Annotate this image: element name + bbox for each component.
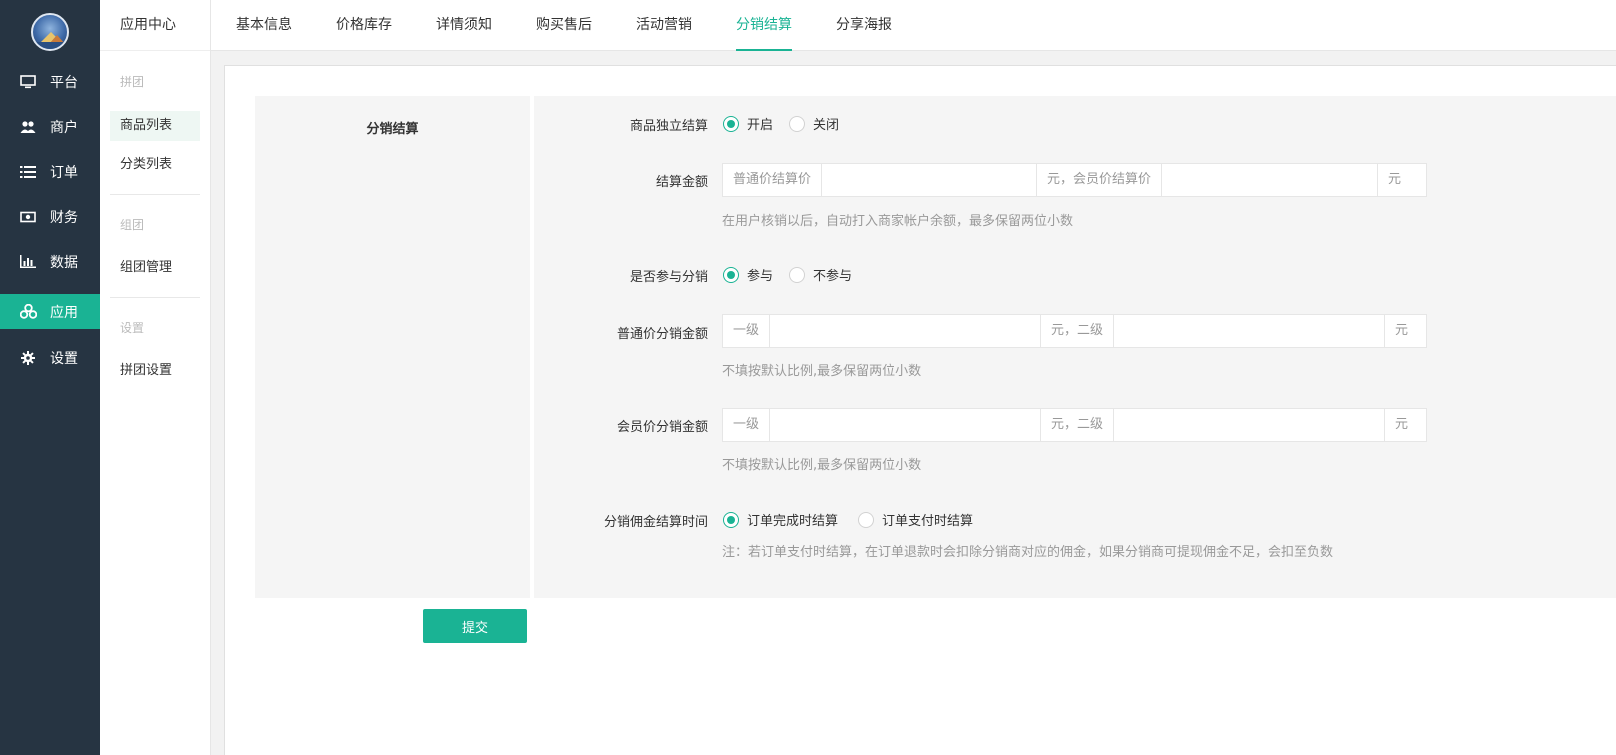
- tab-share-poster[interactable]: 分享海报: [836, 0, 892, 51]
- app: 平台 商户 订单 财务 数据 应用 设置 应用中心 拼团 商品列表 分类列表 组…: [0, 0, 1616, 755]
- level-two-addon: 元，二级: [1040, 409, 1115, 441]
- tab-marketing[interactable]: 活动营销: [636, 0, 692, 51]
- radio-label: 不参与: [813, 269, 853, 284]
- member-commission-hint: 不填按默认比例,最多保留两位小数: [722, 458, 922, 473]
- subnav-group-label: 设置: [120, 321, 145, 335]
- sidebar-item-merchant[interactable]: 商户: [0, 109, 100, 144]
- settle-on-pay-radio[interactable]: 订单支付时结算: [858, 510, 973, 529]
- normal-level-two-input[interactable]: [1114, 315, 1385, 347]
- sub-navigation: 应用中心 拼团 商品列表 分类列表 组团 组团管理 设置 拼团设置: [100, 0, 211, 755]
- settle-time-label: 分销佣金结算时间: [603, 515, 708, 530]
- list-icon: [19, 163, 37, 181]
- tab-after-sales[interactable]: 购买售后: [536, 0, 592, 51]
- sidebar-item-label: 财务: [50, 209, 78, 226]
- sidebar-item-label: 商户: [50, 119, 78, 136]
- independent-settlement-label: 商品独立结算: [629, 119, 708, 134]
- member-commission-group: 一级 元，二级 元: [722, 408, 1427, 442]
- level-two-addon: 元，二级: [1040, 315, 1115, 347]
- top-tab-bar: 基本信息 价格库存 详情须知 购买售后 活动营销 分销结算 分享海报: [211, 0, 1616, 51]
- subnav-item-product-list[interactable]: 商品列表: [110, 111, 200, 141]
- radio-unchecked-icon: [858, 511, 874, 528]
- subnav-item-group-settings[interactable]: 拼团设置: [110, 356, 200, 386]
- radio-label: 参与: [747, 269, 774, 284]
- settle-time-hint: 注：若订单支付时结算，在订单退款时会扣除分销商对应的佣金，如果分销商可提现佣金不…: [722, 545, 1334, 560]
- sidebar-item-data[interactable]: 数据: [0, 244, 100, 279]
- subnav-item-group-manage[interactable]: 组团管理: [110, 253, 200, 283]
- tab-price-stock[interactable]: 价格库存: [336, 0, 392, 51]
- subnav-group-label: 组团: [120, 218, 145, 232]
- sidebar-item-label: 订单: [50, 164, 78, 181]
- money-icon: [19, 208, 37, 226]
- radio-unchecked-icon: [789, 266, 805, 283]
- radio-checked-icon: [723, 115, 739, 132]
- join-no-radio[interactable]: 不参与: [789, 265, 852, 284]
- yuan-suffix: 元: [1384, 409, 1419, 441]
- join-distribution-label: 是否参与分销: [629, 270, 708, 285]
- radio-label: 订单完成时结算: [747, 514, 839, 529]
- member-level-one-input[interactable]: [770, 409, 1041, 441]
- users-icon: [19, 118, 37, 136]
- level-one-addon: 一级: [723, 409, 771, 441]
- member-level-two-input[interactable]: [1114, 409, 1385, 441]
- bar-chart-icon: [19, 253, 37, 271]
- main-sidebar: 平台 商户 订单 财务 数据 应用 设置: [0, 0, 100, 755]
- settlement-amount-label: 结算金额: [655, 175, 708, 190]
- member-commission-label: 会员价分销金额: [616, 420, 708, 435]
- level-one-addon: 一级: [723, 315, 771, 347]
- normal-commission-hint: 不填按默认比例,最多保留两位小数: [722, 364, 922, 379]
- subnav-title: 应用中心: [100, 0, 210, 51]
- sidebar-item-finance[interactable]: 财务: [0, 199, 100, 234]
- subnav-item-category-list[interactable]: 分类列表: [110, 150, 200, 180]
- radio-unchecked-icon: [789, 115, 805, 132]
- settlement-amount-group: 普通价结算价 元，会员价结算价 元: [722, 163, 1427, 197]
- subnav-divider: [110, 194, 200, 195]
- section-title: 分销结算: [366, 122, 419, 137]
- subnav-group-label: 拼团: [120, 75, 145, 89]
- submit-button[interactable]: 提交: [423, 609, 527, 643]
- tab-details[interactable]: 详情须知: [436, 0, 492, 51]
- normal-commission-group: 一级 元，二级 元: [722, 314, 1427, 348]
- sidebar-item-label: 设置: [50, 350, 78, 367]
- section-header-block: 分销结算: [255, 96, 530, 598]
- tab-distribution-settlement[interactable]: 分销结算: [736, 0, 792, 51]
- yuan-suffix: 元: [1377, 164, 1412, 196]
- gear-icon: [19, 349, 37, 367]
- independent-on-radio[interactable]: 开启: [723, 114, 773, 133]
- normal-price-addon: 普通价结算价: [723, 164, 823, 196]
- radio-checked-icon: [723, 266, 739, 283]
- settle-on-complete-radio[interactable]: 订单完成时结算: [723, 510, 838, 529]
- member-settlement-price-input[interactable]: [1162, 164, 1378, 196]
- sidebar-item-order[interactable]: 订单: [0, 154, 100, 189]
- sidebar-item-apps[interactable]: 应用: [0, 294, 100, 329]
- radio-label: 关闭: [813, 118, 840, 133]
- member-price-addon: 元，会员价结算价: [1036, 164, 1163, 196]
- yuan-suffix: 元: [1384, 315, 1419, 347]
- sidebar-item-label: 应用: [50, 304, 78, 321]
- apps-icon: [19, 303, 37, 321]
- monitor-icon: [19, 73, 37, 91]
- sidebar-item-settings[interactable]: 设置: [0, 340, 100, 375]
- sidebar-item-platform[interactable]: 平台: [0, 64, 100, 99]
- independent-off-radio[interactable]: 关闭: [789, 114, 839, 133]
- sidebar-item-label: 数据: [50, 254, 78, 271]
- normal-settlement-price-input[interactable]: [822, 164, 1037, 196]
- tab-basic-info[interactable]: 基本信息: [236, 0, 292, 51]
- radio-label: 订单支付时结算: [882, 514, 974, 529]
- radio-checked-icon: [723, 511, 739, 528]
- subnav-divider: [110, 297, 200, 298]
- app-logo[interactable]: [31, 13, 69, 51]
- join-yes-radio[interactable]: 参与: [723, 265, 773, 284]
- radio-label: 开启: [747, 118, 774, 133]
- normal-commission-label: 普通价分销金额: [616, 327, 708, 342]
- settlement-amount-hint: 在用户核销以后，自动打入商家帐户余额，最多保留两位小数: [722, 214, 1074, 229]
- normal-level-one-input[interactable]: [770, 315, 1041, 347]
- sidebar-item-label: 平台: [50, 74, 78, 91]
